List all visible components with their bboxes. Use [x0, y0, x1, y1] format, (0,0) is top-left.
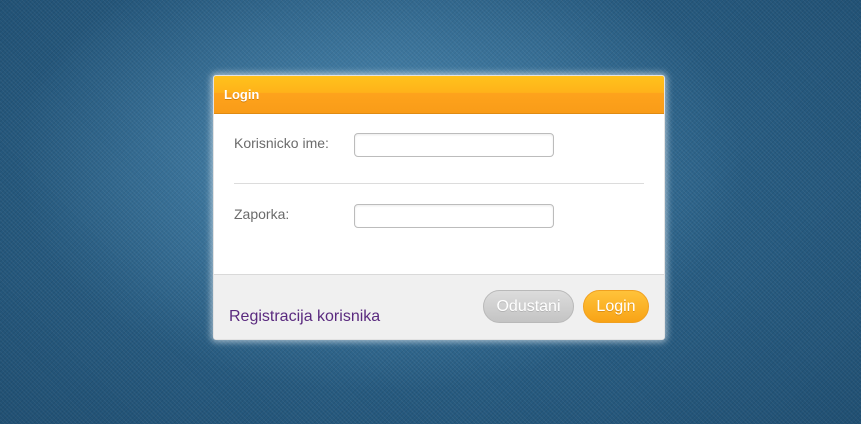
form-divider: [234, 183, 644, 184]
username-input[interactable]: [354, 133, 554, 157]
password-label: Zaporka:: [234, 206, 290, 222]
register-link[interactable]: Registracija korisnika: [229, 308, 380, 326]
login-button[interactable]: Login: [583, 290, 649, 323]
login-page-background: { "dialog": { "title": "Login", "fields"…: [0, 0, 861, 424]
dialog-title: Login: [224, 87, 260, 102]
username-label: Korisnicko ime:: [234, 135, 329, 151]
cancel-button[interactable]: Odustani: [483, 290, 574, 323]
dialog-footer: Registracija korisnika Odustani Login: [214, 274, 664, 339]
login-dialog: Login Korisnicko ime: Zaporka: Registrac…: [213, 75, 665, 340]
dialog-header: Login: [214, 76, 664, 114]
password-input[interactable]: [354, 204, 554, 228]
